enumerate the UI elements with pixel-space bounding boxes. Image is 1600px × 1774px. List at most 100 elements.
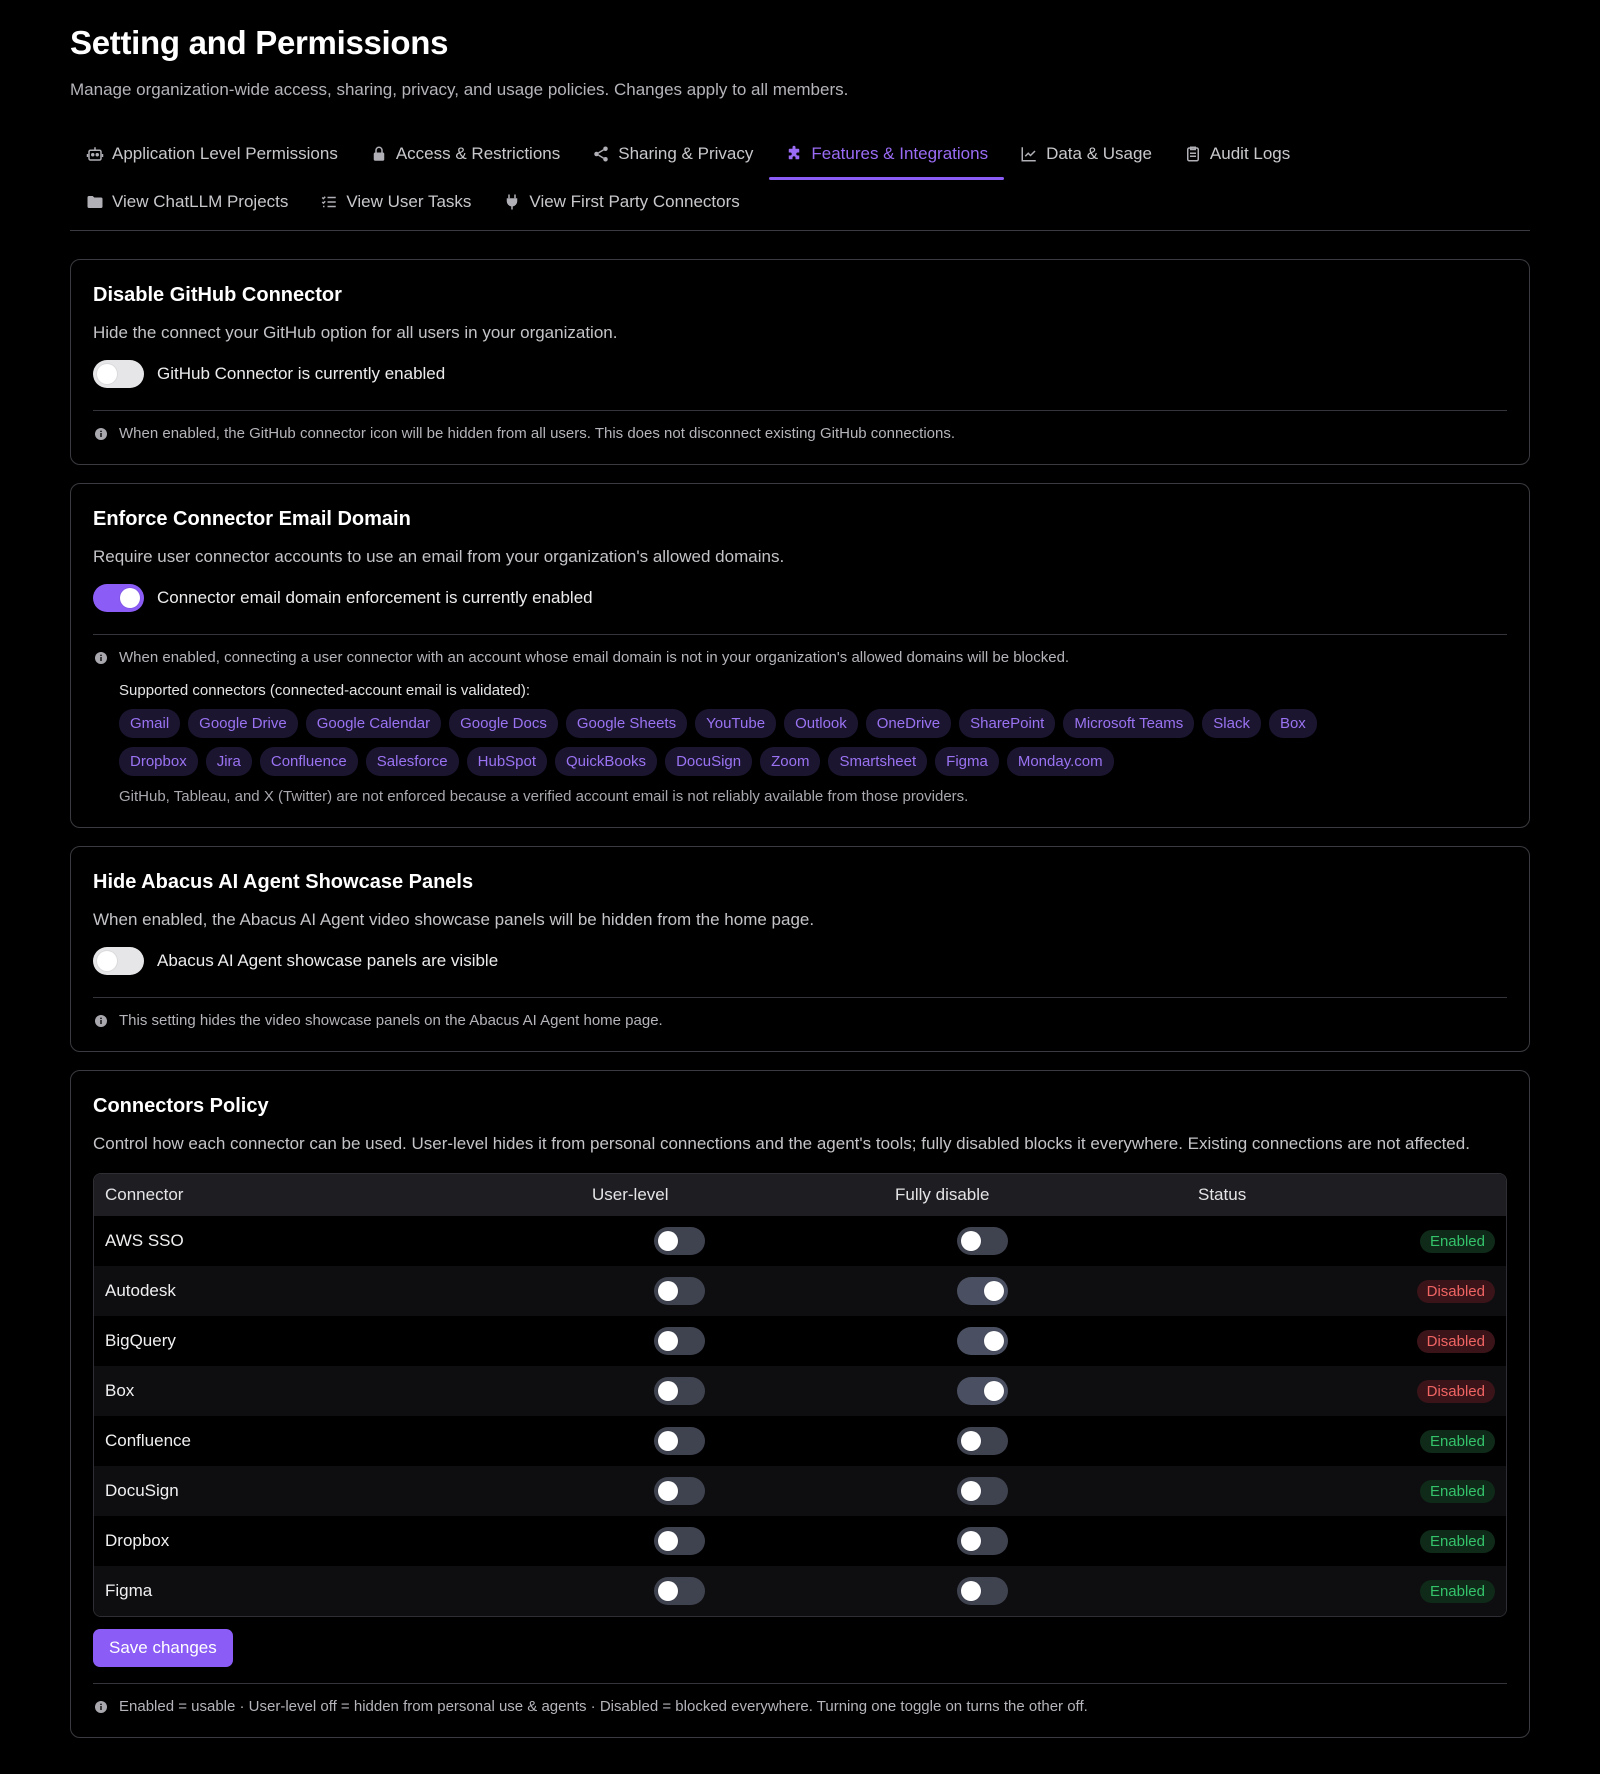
- status-cell: Enabled: [1198, 1529, 1506, 1553]
- connector-chip: QuickBooks: [555, 747, 658, 776]
- user-level-toggle[interactable]: [654, 1327, 705, 1355]
- settings-page: Setting and Permissions Manage organizat…: [0, 0, 1600, 1738]
- connector-chip: SharePoint: [959, 709, 1056, 738]
- toggle-knob: [984, 1281, 1004, 1301]
- tab-bar: Application Level Permissions Access & R…: [70, 130, 1530, 231]
- github-connector-toggle[interactable]: [93, 360, 144, 388]
- toggle-knob: [658, 1581, 678, 1601]
- table-row: Dropbox Enabled: [94, 1516, 1506, 1566]
- toggle-label: GitHub Connector is currently enabled: [157, 364, 446, 383]
- card-description: Control how each connector can be used. …: [93, 1134, 1470, 1153]
- supported-label: Supported connectors (connected-account …: [119, 682, 531, 699]
- tab-label: View First Party Connectors: [529, 192, 740, 211]
- save-changes-button[interactable]: Save changes: [93, 1629, 233, 1667]
- tab-sharing-privacy[interactable]: Sharing & Privacy: [576, 130, 769, 178]
- card-title: Enforce Connector Email Domain: [93, 508, 411, 530]
- status-cell: Enabled: [1198, 1229, 1506, 1253]
- user-level-toggle[interactable]: [654, 1277, 705, 1305]
- toggle-knob: [658, 1481, 678, 1501]
- tab-view-user-tasks[interactable]: View User Tasks: [304, 178, 487, 226]
- status-cell: Enabled: [1198, 1429, 1506, 1453]
- status-badge: Disabled: [1416, 1279, 1495, 1303]
- info-note: When enabled, the GitHub connector icon …: [93, 425, 1507, 442]
- connector-chip: Google Sheets: [565, 709, 688, 738]
- user-level-cell: [592, 1477, 895, 1505]
- user-level-cell: [592, 1427, 895, 1455]
- connector-chip: Google Docs: [449, 709, 558, 738]
- connector-name: AWS SSO: [105, 1231, 184, 1250]
- fully-disable-toggle[interactable]: [957, 1277, 1008, 1305]
- fully-disable-cell: [895, 1377, 1198, 1405]
- column-header-user-level: User-level: [592, 1185, 669, 1204]
- plug-icon: [507, 194, 518, 210]
- connector-name: Dropbox: [105, 1531, 170, 1550]
- email-domain-enforcement-toggle[interactable]: [93, 584, 144, 612]
- divider: [93, 410, 1507, 411]
- tab-data-usage[interactable]: Data & Usage: [1004, 130, 1168, 178]
- column-header-connector: Connector: [105, 1185, 184, 1204]
- toggle-knob: [658, 1431, 678, 1451]
- tab-label: Audit Logs: [1209, 144, 1291, 163]
- fully-disable-toggle[interactable]: [957, 1427, 1008, 1455]
- user-level-cell: [592, 1527, 895, 1555]
- share-icon: [594, 146, 608, 162]
- tab-view-chatllm-projects[interactable]: View ChatLLM Projects: [70, 178, 304, 226]
- fully-disable-cell: [895, 1277, 1198, 1305]
- table-row: Confluence Enabled: [94, 1416, 1506, 1466]
- fully-disable-toggle[interactable]: [957, 1527, 1008, 1555]
- connector-chip: Smartsheet: [828, 747, 928, 776]
- tab-application-level-permissions[interactable]: Application Level Permissions: [70, 130, 354, 178]
- connector-chip: Monday.com: [1006, 747, 1114, 776]
- user-level-cell: [592, 1377, 895, 1405]
- puzzle-icon: [789, 145, 800, 160]
- user-level-toggle[interactable]: [654, 1477, 705, 1505]
- connector-chip: Box: [1268, 709, 1317, 738]
- fully-disable-toggle[interactable]: [957, 1227, 1008, 1255]
- toggle-knob: [961, 1531, 981, 1551]
- card-title: Disable GitHub Connector: [93, 284, 342, 306]
- user-level-toggle[interactable]: [654, 1377, 705, 1405]
- folder-icon: [87, 196, 103, 208]
- divider: [93, 997, 1507, 998]
- connector-name: Box: [105, 1381, 135, 1400]
- fully-disable-toggle[interactable]: [957, 1377, 1008, 1405]
- fully-disable-toggle[interactable]: [957, 1327, 1008, 1355]
- status-cell: Disabled: [1198, 1329, 1506, 1353]
- table-row: BigQuery Disabled: [94, 1316, 1506, 1366]
- email-domain-card: Enforce Connector Email Domain Require u…: [70, 483, 1530, 828]
- tab-view-first-party-connectors[interactable]: View First Party Connectors: [487, 178, 755, 226]
- supported-connectors: Supported connectors (connected-account …: [93, 682, 1507, 805]
- card-description: When enabled, the Abacus AI Agent video …: [93, 910, 815, 929]
- showcase-panels-toggle[interactable]: [93, 947, 144, 975]
- tab-access-restrictions[interactable]: Access & Restrictions: [354, 130, 576, 178]
- info-text: When enabled, the GitHub connector icon …: [119, 425, 956, 442]
- user-level-toggle[interactable]: [654, 1577, 705, 1605]
- status-badge: Enabled: [1419, 1579, 1495, 1603]
- table-row: Autodesk Disabled: [94, 1266, 1506, 1316]
- toggle-row: GitHub Connector is currently enabled: [93, 360, 1507, 388]
- user-level-toggle[interactable]: [654, 1227, 705, 1255]
- lock-icon: [373, 146, 385, 161]
- tab-audit-logs[interactable]: Audit Logs: [1168, 130, 1306, 178]
- column-header-status: Status: [1198, 1185, 1247, 1204]
- info-text: This setting hides the video showcase pa…: [119, 1012, 663, 1029]
- connector-chip: Jira: [205, 747, 252, 776]
- connector-name: DocuSign: [105, 1481, 179, 1500]
- card-title: Hide Abacus AI Agent Showcase Panels: [93, 871, 474, 893]
- user-level-toggle[interactable]: [654, 1527, 705, 1555]
- tab-features-integrations[interactable]: Features & Integrations: [769, 130, 1004, 180]
- fully-disable-toggle[interactable]: [957, 1577, 1008, 1605]
- fully-disable-toggle[interactable]: [957, 1477, 1008, 1505]
- connectors-table: Connector User-level Fully disable Statu…: [93, 1173, 1507, 1617]
- info-text: Enabled = usable · User-level off = hidd…: [119, 1698, 1088, 1715]
- connector-chip: Outlook: [784, 709, 858, 738]
- status-badge: Enabled: [1419, 1429, 1495, 1453]
- toggle-knob: [658, 1331, 678, 1351]
- user-level-toggle[interactable]: [654, 1427, 705, 1455]
- table-row: Box Disabled: [94, 1366, 1506, 1416]
- supported-note: GitHub, Tableau, and X (Twitter) are not…: [119, 788, 969, 805]
- user-level-cell: [592, 1577, 895, 1605]
- toggle-knob: [984, 1331, 1004, 1351]
- info-text: When enabled, connecting a user connecto…: [119, 649, 1070, 666]
- toggle-knob: [961, 1581, 981, 1601]
